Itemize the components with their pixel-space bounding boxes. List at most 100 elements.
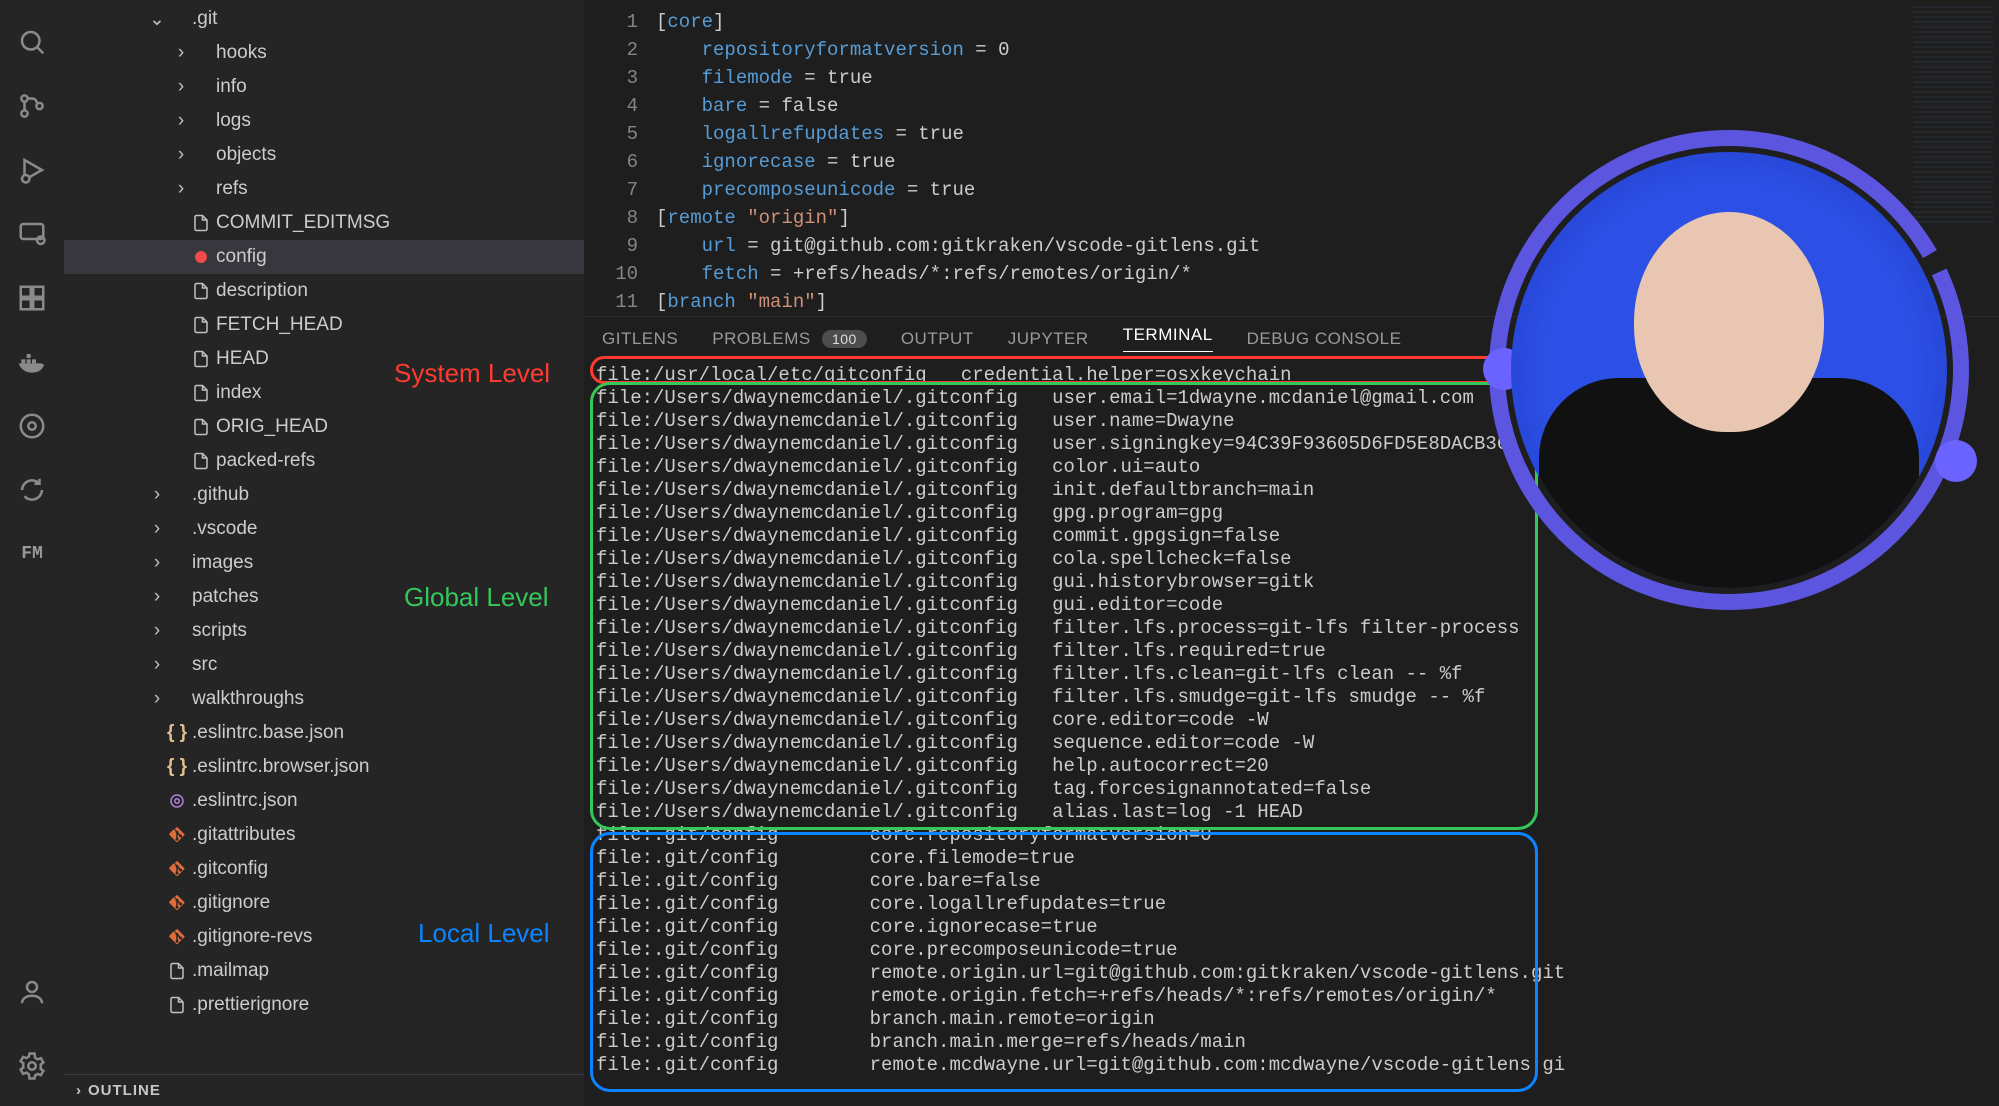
- tab-problems[interactable]: PROBLEMS 100: [712, 329, 867, 349]
- line-number: 3: [584, 64, 638, 92]
- file-icon: [190, 350, 212, 368]
- search-icon[interactable]: [0, 10, 64, 74]
- chevron-right-icon: ›: [172, 76, 190, 98]
- chevron-right-icon: ›: [172, 110, 190, 132]
- tree-item-label: ORIG_HEAD: [216, 416, 328, 438]
- tree-item[interactable]: ›scripts: [64, 614, 584, 648]
- tab-terminal[interactable]: TERMINAL: [1123, 325, 1213, 352]
- tree-item[interactable]: { }.eslintrc.base.json: [64, 716, 584, 750]
- line-number: 11: [584, 288, 638, 316]
- line-number: 8: [584, 204, 638, 232]
- tree-item-label: index: [216, 382, 261, 404]
- live-share-icon[interactable]: [0, 458, 64, 522]
- chevron-right-icon: ›: [172, 42, 190, 64]
- code-line[interactable]: bare = false: [656, 92, 1999, 120]
- terminal-line: file:.git/config remote.origin.fetch=+re…: [596, 985, 1999, 1008]
- tree-item[interactable]: ›info: [64, 70, 584, 104]
- line-number: 10: [584, 260, 638, 288]
- tree-item-label: hooks: [216, 42, 267, 64]
- tree-item-label: refs: [216, 178, 248, 200]
- file-icon: [190, 452, 212, 470]
- code-line[interactable]: repositoryformatversion = 0: [656, 36, 1999, 64]
- tree-item-label: images: [192, 552, 253, 574]
- tab-gitlens[interactable]: GITLENS: [602, 329, 678, 349]
- tree-item[interactable]: ›logs: [64, 104, 584, 138]
- tree-item[interactable]: .gitignore: [64, 886, 584, 920]
- tab-output[interactable]: OUTPUT: [901, 329, 974, 349]
- outline-section[interactable]: ›OUTLINE: [64, 1074, 584, 1106]
- code-line[interactable]: filemode = true: [656, 64, 1999, 92]
- terminal-line: file:.git/config branch.main.merge=refs/…: [596, 1031, 1999, 1054]
- line-number: 1: [584, 8, 638, 36]
- tree-item-label: .gitconfig: [192, 858, 268, 880]
- tree-item[interactable]: › hooks: [64, 36, 584, 70]
- tree-item[interactable]: ⌄.git: [64, 2, 584, 36]
- tree-item-label: .gitattributes: [192, 824, 296, 846]
- file-tree[interactable]: ⌄.git›hooks›info›logs›objects›refsCOMMIT…: [64, 0, 584, 1074]
- tree-item-label: patches: [192, 586, 259, 608]
- tree-item[interactable]: .prettierignore: [64, 988, 584, 1022]
- file-icon: [190, 282, 212, 300]
- tree-item[interactable]: COMMIT_EDITMSG: [64, 206, 584, 240]
- chevron-right-icon: ›: [148, 552, 166, 574]
- extensions-icon[interactable]: [0, 266, 64, 330]
- figma-icon[interactable]: FM: [0, 522, 64, 586]
- accounts-icon[interactable]: [0, 960, 64, 1024]
- remote-explorer-icon[interactable]: [0, 202, 64, 266]
- chevron-down-icon: ⌄: [148, 8, 166, 31]
- code-line[interactable]: [core]: [656, 8, 1999, 36]
- run-debug-icon[interactable]: [0, 138, 64, 202]
- tree-item[interactable]: description: [64, 274, 584, 308]
- tree-item[interactable]: › refs: [64, 172, 584, 206]
- tab-jupyter[interactable]: JUPYTER: [1008, 329, 1089, 349]
- docker-icon[interactable]: [0, 330, 64, 394]
- source-control-icon[interactable]: [0, 74, 64, 138]
- tree-item[interactable]: .mailmap: [64, 954, 584, 988]
- file-icon: [166, 996, 188, 1014]
- tree-item[interactable]: ›.vscode: [64, 512, 584, 546]
- tree-item-label: .github: [192, 484, 249, 506]
- line-number: 5: [584, 120, 638, 148]
- tree-item[interactable]: .eslintrc.json: [64, 784, 584, 818]
- tree-item-label: COMMIT_EDITMSG: [216, 212, 390, 234]
- chevron-right-icon: ›: [148, 586, 166, 608]
- annotation-global-level: Global Level: [404, 586, 549, 609]
- tree-item[interactable]: ORIG_HEAD: [64, 410, 584, 444]
- terminal-line: file:.git/config core.repositoryformatve…: [596, 824, 1999, 847]
- tree-item[interactable]: ›walkthroughs: [64, 682, 584, 716]
- tree-item-label: .eslintrc.base.json: [192, 722, 344, 744]
- tree-item[interactable]: ›objects: [64, 138, 584, 172]
- tree-item[interactable]: FETCH_HEAD: [64, 308, 584, 342]
- tree-item[interactable]: › images: [64, 546, 584, 580]
- chevron-right-icon: ›: [148, 654, 166, 676]
- file-icon: { }: [166, 756, 188, 778]
- tree-item-label: .eslintrc.json: [192, 790, 298, 812]
- tab-problems-label: PROBLEMS: [712, 329, 810, 348]
- tree-item-label: packed-refs: [216, 450, 315, 472]
- terminal-line: file:/Users/dwaynemcdaniel/.gitconfig al…: [596, 801, 1999, 824]
- line-number: 6: [584, 148, 638, 176]
- file-icon: [190, 251, 212, 263]
- chevron-right-icon: ›: [172, 144, 190, 166]
- tree-item-label: description: [216, 280, 308, 302]
- gitlens-icon[interactable]: [0, 394, 64, 458]
- terminal-line: file:/Users/dwaynemcdaniel/.gitconfig fi…: [596, 640, 1999, 663]
- tree-item-label: .gitignore-revs: [192, 926, 312, 948]
- tree-item-label: scripts: [192, 620, 247, 642]
- tab-debug-console[interactable]: DEBUG CONSOLE: [1247, 329, 1402, 349]
- tree-item[interactable]: .gitconfig: [64, 852, 584, 886]
- terminal-line: file:.git/config core.precomposeunicode=…: [596, 939, 1999, 962]
- file-icon: [166, 792, 188, 810]
- settings-gear-icon[interactable]: [0, 1034, 64, 1098]
- chevron-right-icon: ›: [172, 178, 190, 200]
- terminal-line: file:.git/config branch.main.remote=orig…: [596, 1008, 1999, 1031]
- tree-item[interactable]: { }.eslintrc.browser.json: [64, 750, 584, 784]
- tree-item[interactable]: ›.github: [64, 478, 584, 512]
- tree-item[interactable]: config: [64, 240, 584, 274]
- tree-item[interactable]: ›src: [64, 648, 584, 682]
- line-number: 7: [584, 176, 638, 204]
- tree-item[interactable]: .gitattributes: [64, 818, 584, 852]
- tree-item[interactable]: packed-refs: [64, 444, 584, 478]
- terminal-line: file:/Users/dwaynemcdaniel/.gitconfig fi…: [596, 663, 1999, 686]
- terminal-line: file:/Users/dwaynemcdaniel/.gitconfig fi…: [596, 617, 1999, 640]
